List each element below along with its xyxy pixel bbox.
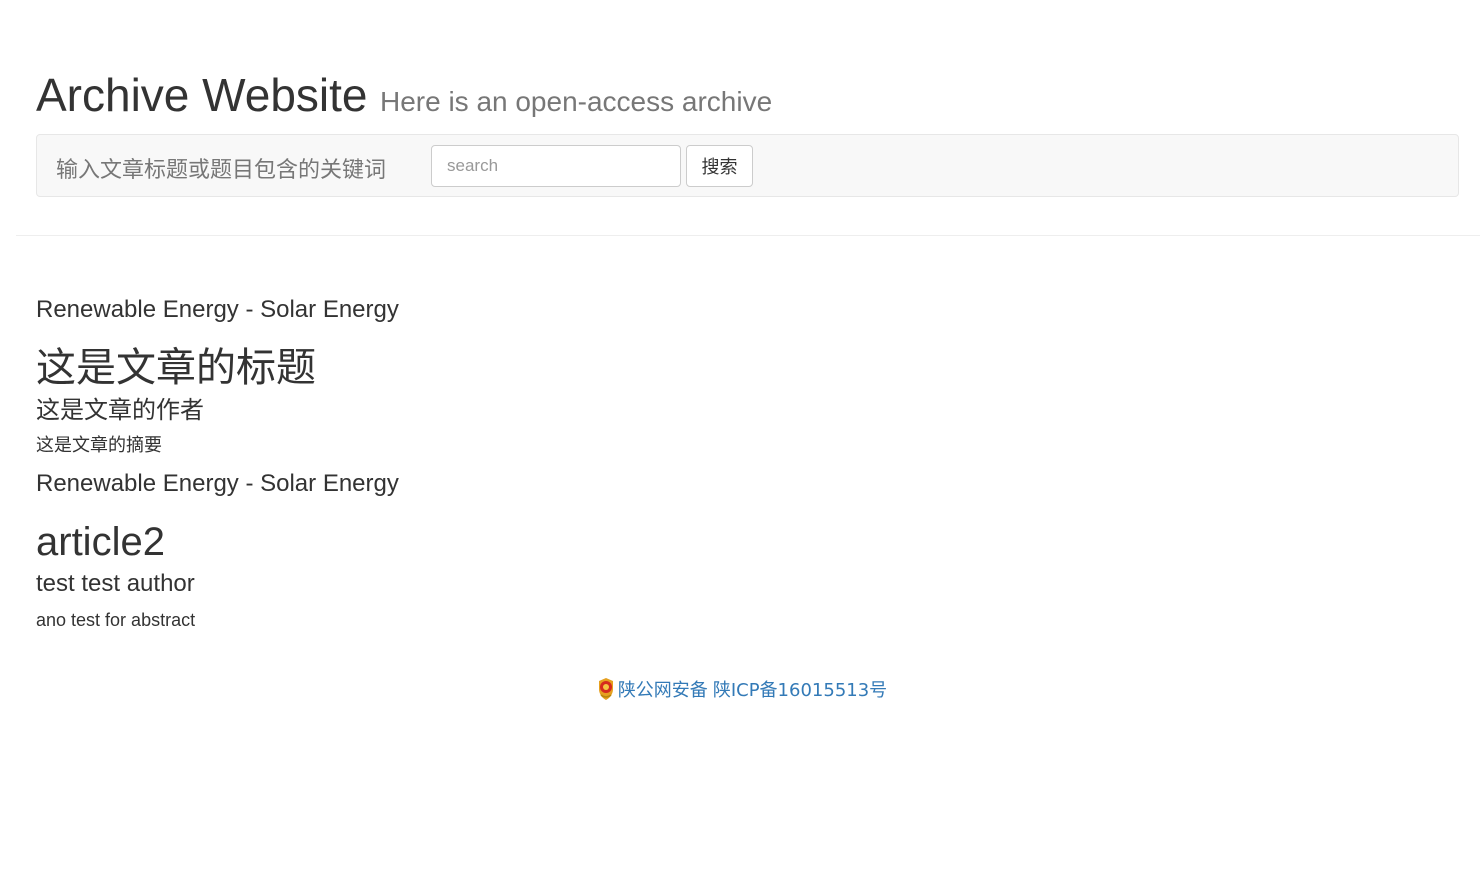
- search-input[interactable]: [431, 145, 681, 187]
- article-item: Renewable Energy - Solar Energy article2…: [36, 470, 1436, 630]
- search-label: 输入文章标题或题目包含的关键词: [56, 158, 387, 183]
- police-badge-icon: [595, 677, 617, 701]
- site-footer: 陕公网安备 陕ICP备16015513号: [0, 676, 1482, 702]
- article-title[interactable]: 这是文章的标题: [36, 346, 1436, 390]
- icp-record-link[interactable]: 陕ICP备16015513号: [713, 680, 887, 701]
- article-abstract: ano test for abstract: [36, 610, 196, 630]
- site-subtitle: Here is an open-access archive: [379, 86, 773, 117]
- police-record-link[interactable]: 陕公网安备: [618, 680, 708, 701]
- article-abstract: 这是文章的摘要: [36, 435, 162, 456]
- article-item: Renewable Energy - Solar Energy 这是文章的标题 …: [36, 296, 1436, 456]
- article-list: Renewable Energy - Solar Energy 这是文章的标题 …: [36, 296, 1436, 630]
- site-title: Archive Website: [36, 69, 368, 121]
- search-bar: 输入文章标题或题目包含的关键词 搜索: [36, 134, 1459, 197]
- site-header: Archive Website Here is an open-access a…: [36, 68, 772, 122]
- article-category: Renewable Energy - Solar Energy: [36, 296, 399, 323]
- article-title[interactable]: article2: [36, 520, 1436, 564]
- header-divider: [16, 235, 1480, 236]
- search-button[interactable]: 搜索: [686, 145, 753, 187]
- article-author: 这是文章的作者: [36, 396, 204, 424]
- article-category: Renewable Energy - Solar Energy: [36, 470, 399, 497]
- article-author: test test author: [36, 570, 195, 597]
